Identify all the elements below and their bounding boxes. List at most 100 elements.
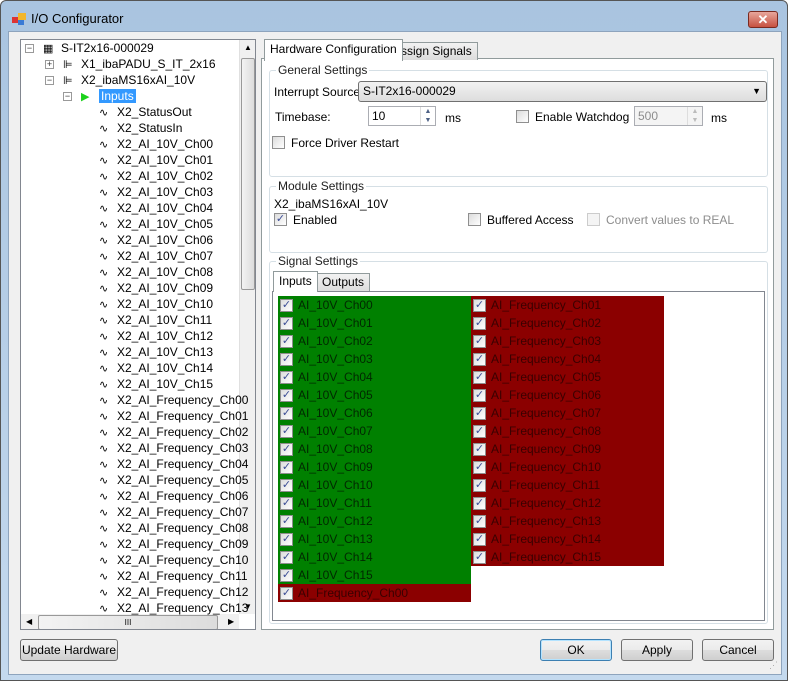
expander-icon[interactable]: − <box>25 44 34 53</box>
tree-item-signal[interactable]: ∿ X2_AI_10V_Ch04 <box>99 200 213 216</box>
tree-item-signal[interactable]: ∿ X2_AI_10V_Ch12 <box>99 328 213 344</box>
tree-item-signal[interactable]: ∿ X2_AI_10V_Ch09 <box>99 280 213 296</box>
signal-item[interactable]: ✓ AI_Frequency_Ch00 <box>278 584 471 602</box>
tab-inputs[interactable]: Inputs <box>273 271 318 292</box>
check-icon[interactable]: ✓ <box>473 425 486 439</box>
check-icon[interactable]: ✓ <box>280 569 293 583</box>
signal-item[interactable]: ✓ AI_10V_Ch12 <box>278 512 471 530</box>
check-icon[interactable]: ✓ <box>280 551 293 565</box>
signal-item[interactable]: ✓ AI_10V_Ch14 <box>278 548 471 566</box>
tree-item-signal[interactable]: ∿ X2_AI_10V_Ch07 <box>99 248 213 264</box>
tree-item-signal[interactable]: ∿ X2_AI_10V_Ch08 <box>99 264 213 280</box>
signal-item[interactable]: ✓ AI_Frequency_Ch11 <box>471 476 664 494</box>
scroll-thumb[interactable] <box>241 58 255 290</box>
expander-icon[interactable]: − <box>63 92 72 101</box>
signal-item[interactable]: ✓ AI_10V_Ch06 <box>278 404 471 422</box>
check-icon[interactable]: ✓ <box>473 479 486 493</box>
signal-item[interactable]: ✓ AI_10V_Ch04 <box>278 368 471 386</box>
tree-item-signal[interactable]: ∿ X2_AI_Frequency_Ch02 <box>99 424 248 440</box>
check-icon[interactable]: ✓ <box>280 353 293 367</box>
check-icon[interactable]: ✓ <box>473 299 486 313</box>
signal-item[interactable]: ✓ AI_Frequency_Ch01 <box>471 296 664 314</box>
check-icon[interactable]: ✓ <box>280 461 293 475</box>
watchdog-checkbox[interactable] <box>516 109 529 124</box>
check-icon[interactable]: ✓ <box>280 587 293 601</box>
tree-item-signal[interactable]: ∿ X2_AI_Frequency_Ch13 <box>99 600 248 616</box>
tree-item-module[interactable]: ⊫ X1_ibaPADU_S_IT_2x16 <box>63 56 216 72</box>
signal-item[interactable]: ✓ AI_Frequency_Ch12 <box>471 494 664 512</box>
signal-item[interactable]: ✓ AI_10V_Ch08 <box>278 440 471 458</box>
cancel-button[interactable]: Cancel <box>702 639 774 661</box>
check-icon[interactable]: ✓ <box>280 389 293 403</box>
convert-real-checkbox[interactable] <box>587 212 600 227</box>
tree-item-signal[interactable]: ∿ X2_AI_10V_Ch06 <box>99 232 213 248</box>
scroll-up-icon[interactable]: ▲ <box>244 43 252 52</box>
tree-item-inputs[interactable]: ▶ Inputs <box>81 88 136 104</box>
signal-item[interactable]: ✓ AI_10V_Ch02 <box>278 332 471 350</box>
signal-item[interactable]: ✓ AI_Frequency_Ch04 <box>471 350 664 368</box>
tree-item-signal[interactable]: ∿ X2_AI_Frequency_Ch01 <box>99 408 248 424</box>
ok-button[interactable]: OK <box>540 639 612 661</box>
signal-item[interactable]: ✓ AI_10V_Ch11 <box>278 494 471 512</box>
signal-item[interactable]: ✓ AI_10V_Ch15 <box>278 566 471 584</box>
check-icon[interactable]: ✓ <box>473 317 486 331</box>
scroll-left-icon[interactable]: ◀ <box>26 617 32 626</box>
check-icon[interactable]: ✓ <box>473 515 486 529</box>
check-icon[interactable]: ✓ <box>280 497 293 511</box>
check-icon[interactable]: ✓ <box>473 389 486 403</box>
tree-item-signal[interactable]: ∿ X2_AI_10V_Ch15 <box>99 376 213 392</box>
scroll-right-icon[interactable]: ▶ <box>228 617 234 626</box>
signal-item[interactable]: ✓ AI_10V_Ch10 <box>278 476 471 494</box>
signal-item[interactable]: ✓ AI_10V_Ch01 <box>278 314 471 332</box>
tree-item-signal[interactable]: ∿ X2_AI_Frequency_Ch00 <box>99 392 248 408</box>
tree-item-signal[interactable]: ∿ X2_AI_10V_Ch02 <box>99 168 213 184</box>
tree-item-signal[interactable]: ∿ X2_AI_10V_Ch14 <box>99 360 213 376</box>
check-icon[interactable]: ✓ <box>280 479 293 493</box>
signal-item[interactable]: ✓ AI_10V_Ch13 <box>278 530 471 548</box>
signal-item[interactable]: ✓ AI_Frequency_Ch05 <box>471 368 664 386</box>
tree-item-signal[interactable]: ∿ X2_AI_10V_Ch11 <box>99 312 212 328</box>
tree-item-signal[interactable]: ∿ X2_AI_10V_Ch13 <box>99 344 213 360</box>
tab-outputs[interactable]: Outputs <box>316 273 371 292</box>
check-icon[interactable]: ✓ <box>473 461 486 475</box>
check-icon[interactable]: ✓ <box>473 533 486 547</box>
close-button[interactable]: ✕ <box>748 11 778 28</box>
spin-arrows-icon[interactable]: ▲ ▼ <box>420 107 435 125</box>
force-restart-checkbox[interactable] <box>272 135 285 150</box>
check-icon[interactable]: ✓ <box>280 425 293 439</box>
enabled-checkbox[interactable]: ✓ <box>274 212 287 227</box>
signal-item[interactable]: ✓ AI_Frequency_Ch13 <box>471 512 664 530</box>
check-icon[interactable]: ✓ <box>280 407 293 421</box>
signal-item[interactable]: ✓ AI_10V_Ch09 <box>278 458 471 476</box>
update-hardware-button[interactable]: Update Hardware <box>20 639 118 661</box>
check-icon[interactable]: ✓ <box>473 551 486 565</box>
tree-item-signal[interactable]: ∿ X2_AI_10V_Ch10 <box>99 296 213 312</box>
tree-item-signal[interactable]: ∿ X2_AI_Frequency_Ch10 <box>99 552 248 568</box>
watchdog-spinner[interactable]: 500 ▲ ▼ <box>634 106 703 126</box>
check-icon[interactable]: ✓ <box>280 299 293 313</box>
tree-item-signal[interactable]: ∿ X2_AI_Frequency_Ch07 <box>99 504 248 520</box>
tree-item-signal[interactable]: ∿ X2_AI_10V_Ch03 <box>99 184 213 200</box>
check-icon[interactable]: ✓ <box>280 515 293 529</box>
check-icon[interactable]: ✓ <box>280 371 293 385</box>
signal-item[interactable]: ✓ AI_Frequency_Ch03 <box>471 332 664 350</box>
check-icon[interactable]: ✓ <box>473 443 486 457</box>
tree-item-signal[interactable]: ∿ X2_AI_10V_Ch00 <box>99 136 213 152</box>
check-icon[interactable]: ✓ <box>473 335 486 349</box>
signal-item[interactable]: ✓ AI_Frequency_Ch10 <box>471 458 664 476</box>
tree-item-signal[interactable]: ∿ X2_AI_Frequency_Ch12 <box>99 584 248 600</box>
tree-item-signal[interactable]: ∿ X2_AI_10V_Ch05 <box>99 216 213 232</box>
check-icon[interactable]: ✓ <box>473 353 486 367</box>
check-icon[interactable]: ✓ <box>280 443 293 457</box>
signal-item[interactable]: ✓ AI_Frequency_Ch06 <box>471 386 664 404</box>
check-icon[interactable]: ✓ <box>473 497 486 511</box>
tree-item-signal[interactable]: ∿ X2_AI_10V_Ch01 <box>99 152 213 168</box>
check-icon[interactable]: ✓ <box>280 335 293 349</box>
scroll-thumb[interactable]: III <box>38 615 218 629</box>
signal-item[interactable]: ✓ AI_Frequency_Ch14 <box>471 530 664 548</box>
tree-item-signal[interactable]: ∿ X2_AI_Frequency_Ch08 <box>99 520 248 536</box>
tree-horizontal-scrollbar[interactable]: ◀ III ▶ <box>21 614 239 629</box>
expander-icon[interactable]: + <box>45 60 54 69</box>
signal-item[interactable]: ✓ AI_Frequency_Ch02 <box>471 314 664 332</box>
signal-item[interactable]: ✓ AI_Frequency_Ch15 <box>471 548 664 566</box>
